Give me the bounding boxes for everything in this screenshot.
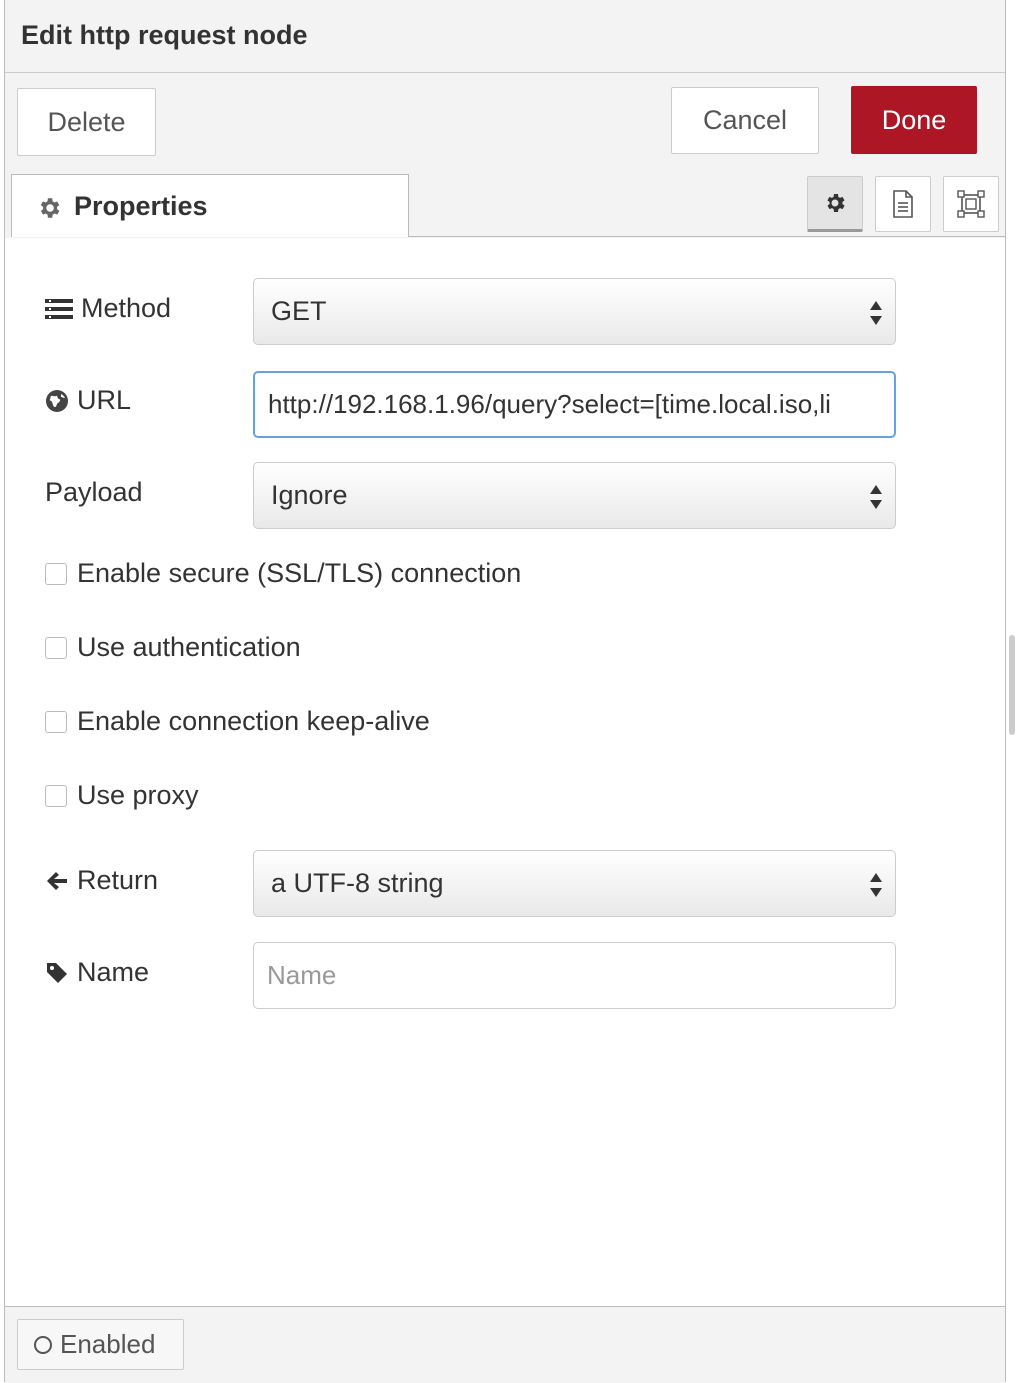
url-input-value: http://192.168.1.96/query?select=[time.l… [268,389,831,419]
globe-icon [46,389,68,412]
return-select-value: a UTF-8 string [271,868,444,898]
payload-select[interactable]: Ignore [253,462,896,529]
select-arrows-icon [870,485,882,509]
keepalive-checkbox[interactable] [45,710,67,733]
tabs-row: Properties [5,166,1005,238]
list-icon [45,298,73,319]
auth-checkbox-label: Use authentication [77,632,301,662]
tray-footer: Enabled [5,1306,1005,1383]
method-select-value: GET [271,296,327,326]
tray-toolbar: Delete Cancel Done [5,73,1005,167]
url-label: URL [77,385,132,415]
name-label-row: Name [45,957,149,988]
proxy-checkbox-row: Use proxy [45,780,199,811]
cancel-button[interactable]: Cancel [671,87,819,154]
appearance-tab-button[interactable] [943,176,999,232]
proxy-checkbox-label: Use proxy [77,780,199,810]
document-icon [893,190,913,218]
return-label: Return [77,865,159,895]
payload-label-row: Payload [45,477,143,508]
payload-select-value: Ignore [271,480,348,510]
select-arrows-icon [870,873,882,897]
keepalive-checkbox-row: Enable connection keep-alive [45,706,430,737]
gear-icon [40,198,60,218]
method-label-row: Method [45,293,171,324]
ssl-checkbox-row: Enable secure (SSL/TLS) connection [45,558,521,589]
gear-icon [827,194,845,212]
method-label: Method [81,293,172,323]
done-button[interactable]: Done [851,86,977,154]
name-input-placeholder: Name [267,960,337,990]
name-input[interactable]: Name [253,942,896,1009]
return-select[interactable]: a UTF-8 string [253,850,896,917]
keepalive-checkbox-label: Enable connection keep-alive [77,706,430,736]
ssl-checkbox[interactable] [45,562,67,585]
scrollbar[interactable] [1009,635,1015,735]
tray-header: Edit http request node [5,0,1005,73]
tray-title: Edit http request node [21,20,308,50]
return-label-row: Return [45,865,158,896]
enabled-toggle-button[interactable]: Enabled [17,1319,184,1370]
circle-icon [34,1335,52,1354]
method-select[interactable]: GET [253,278,896,345]
description-tab-button[interactable] [875,176,931,232]
auth-checkbox[interactable] [45,636,67,659]
properties-form: Method GET URL http://192.168.1.96/query… [5,238,1005,1306]
tag-icon [47,962,67,983]
node-appearance-icon [957,190,985,218]
auth-checkbox-row: Use authentication [45,632,301,663]
tab-properties-label: Properties [74,191,208,221]
name-label: Name [77,957,150,987]
edit-tray: Edit http request node Delete Cancel Don… [4,0,1006,1383]
ssl-checkbox-label: Enable secure (SSL/TLS) connection [77,558,522,588]
url-label-row: URL [45,385,131,416]
proxy-checkbox[interactable] [45,784,67,807]
arrow-left-icon [47,871,67,890]
url-input[interactable]: http://192.168.1.96/query?select=[time.l… [253,371,896,438]
tab-properties[interactable]: Properties [11,174,409,237]
delete-button[interactable]: Delete [17,88,156,156]
enabled-label: Enabled [60,1329,156,1359]
settings-tab-button[interactable] [807,176,863,232]
payload-label: Payload [45,477,143,507]
select-arrows-icon [870,301,882,325]
